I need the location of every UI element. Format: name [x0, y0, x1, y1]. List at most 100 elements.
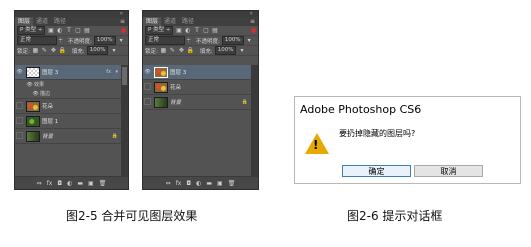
filter-adjust-icon[interactable]: ◐ [184, 27, 191, 34]
filter-row: P 类型 ÷ ▣ ◐ T ▢ ▤ [143, 26, 258, 36]
lock-all-icon[interactable]: 🔒 [59, 47, 66, 54]
lock-brush-icon[interactable]: ✎ [169, 47, 176, 54]
trash-icon[interactable]: 🗑 [228, 180, 236, 187]
effects-row[interactable]: 👁 效果 [15, 80, 121, 89]
mask-icon[interactable]: ◘ [186, 180, 191, 187]
filter-pixel-icon[interactable]: ▣ [47, 27, 54, 34]
eye-icon[interactable]: 👁 [15, 69, 24, 75]
panel-menu-icon[interactable]: ≡ [250, 17, 255, 26]
visibility-off-icon[interactable] [15, 116, 24, 126]
lock-label: 锁定: [145, 48, 158, 55]
filter-shape-icon[interactable]: ▢ [74, 27, 81, 34]
group-icon[interactable]: ▬ [206, 180, 212, 187]
fx-icon[interactable]: fx [47, 180, 53, 187]
fill-slider-icon[interactable]: ▾ [110, 47, 117, 54]
filter-type-icon[interactable]: T [193, 27, 200, 34]
adjustment-icon[interactable]: ◐ [196, 180, 201, 187]
tab-layers[interactable]: 图层 [15, 17, 34, 26]
scrollbar[interactable] [251, 65, 258, 177]
panel-tabs: 图层 通道 路径 ≡ [143, 17, 258, 26]
opacity-slider-icon[interactable]: ▾ [118, 37, 125, 44]
fx-icon[interactable]: fx [106, 69, 111, 75]
mask-icon[interactable]: ◘ [57, 180, 62, 187]
lock-transparent-icon[interactable]: ▦ [160, 47, 167, 54]
filter-smart-icon[interactable]: ▤ [211, 27, 218, 34]
eye-icon[interactable]: 👁 [31, 91, 40, 97]
filter-row: P 类型 ÷ ▣ ◐ T ▢ ▤ [15, 26, 128, 36]
filter-adjust-icon[interactable]: ◐ [56, 27, 63, 34]
layer-row[interactable]: 👁 图层 3 fx ▾ [15, 65, 121, 80]
lock-row: 锁定: ▦ ✎ ✥ 🔒 填充: 100% ▾ [143, 46, 258, 56]
filter-kind-select[interactable]: P 类型 ÷ [145, 26, 174, 35]
cancel-button[interactable]: 取消 [414, 165, 483, 177]
eye-icon[interactable]: 👁 [25, 82, 34, 88]
trash-icon[interactable]: 🗑 [99, 180, 107, 187]
blend-mode-select[interactable]: 正常 [17, 36, 57, 45]
opacity-label: 不透明度: [68, 38, 92, 45]
panel-bottom-bar: ⇔ fx ◘ ◐ ▬ ▣ 🗑 [15, 176, 128, 189]
tab-channels[interactable]: 通道 [161, 17, 179, 26]
blend-mode-select[interactable]: 正常 [145, 36, 185, 45]
layer-row[interactable]: 👁 图层 3 [143, 65, 251, 80]
visibility-off-icon[interactable] [143, 82, 152, 92]
lock-icon: 🔒 [241, 99, 248, 105]
scrollbar[interactable] [121, 65, 128, 177]
layers-list: 👁 图层 3 花朵 背景 🔒 [143, 65, 251, 177]
filter-toggle-icon[interactable] [121, 28, 126, 33]
eye-icon[interactable]: 👁 [143, 69, 152, 75]
new-layer-icon[interactable]: ▣ [88, 180, 94, 187]
blend-row: 正常 ÷ 不透明度: 100% ▾ [143, 36, 258, 46]
link-icon[interactable]: ⇔ [166, 180, 171, 187]
opacity-slider-icon[interactable]: ▾ [246, 37, 253, 44]
panel-menu-icon[interactable]: ≡ [120, 17, 125, 26]
layer-row[interactable]: 花朵 [15, 99, 121, 114]
fill-slider-icon[interactable]: ▾ [238, 47, 245, 54]
lock-all-icon[interactable]: 🔒 [187, 47, 194, 54]
adjustment-icon[interactable]: ◐ [67, 180, 72, 187]
scrollbar-thumb[interactable] [122, 67, 127, 85]
tab-channels[interactable]: 通道 [33, 17, 51, 26]
filter-smart-icon[interactable]: ▤ [83, 27, 90, 34]
lock-move-icon[interactable]: ✥ [50, 47, 57, 54]
layer-row[interactable]: 图层 1 [15, 114, 121, 129]
link-icon[interactable]: ⇔ [37, 180, 42, 187]
filter-pixel-icon[interactable]: ▣ [175, 27, 182, 34]
layer-name: 图层 3 [42, 70, 59, 76]
layer-name: 花朵 [42, 104, 54, 110]
new-layer-icon[interactable]: ▣ [217, 180, 223, 187]
lock-brush-icon[interactable]: ✎ [41, 47, 48, 54]
filter-kind-select[interactable]: P 类型 ÷ [17, 26, 46, 35]
panel-bottom-bar: ⇔ fx ◘ ◐ ▬ ▣ 🗑 [143, 176, 258, 189]
fx-icon[interactable]: fx [176, 180, 182, 187]
fill-label: 填充: [199, 48, 213, 55]
layer-name: 背景 [42, 134, 54, 140]
visibility-off-icon[interactable] [15, 101, 24, 111]
layer-row[interactable]: 花朵 [143, 80, 251, 95]
tab-paths[interactable]: 路径 [51, 17, 69, 26]
filter-type-icon[interactable]: T [65, 27, 72, 34]
group-icon[interactable]: ▬ [77, 180, 83, 187]
layer-row[interactable]: 背景 🔒 [143, 95, 251, 110]
visibility-off-icon[interactable] [15, 131, 24, 141]
effect-stroke-row[interactable]: 👁 描边 [15, 89, 121, 99]
opacity-field[interactable]: 100% [93, 36, 116, 45]
filter-toggle-icon[interactable] [251, 28, 256, 33]
lock-row: 锁定: ▦ ✎ ✥ 🔒 填充: 100% ▾ [15, 46, 128, 56]
opacity-label: 不透明度: [196, 38, 220, 45]
fill-field[interactable]: 100% [86, 46, 109, 55]
lock-transparent-icon[interactable]: ▦ [32, 47, 39, 54]
lock-icon: 🔒 [111, 133, 118, 139]
opacity-field[interactable]: 100% [221, 36, 244, 45]
tab-paths[interactable]: 路径 [179, 17, 197, 26]
filter-shape-icon[interactable]: ▢ [202, 27, 209, 34]
lock-label: 锁定: [17, 48, 30, 55]
fill-field[interactable]: 100% [214, 46, 237, 55]
stroke-label: 描边 [40, 91, 51, 97]
visibility-off-icon[interactable] [143, 97, 152, 107]
ok-button[interactable]: 确定 [342, 165, 411, 177]
lock-move-icon[interactable]: ✥ [178, 47, 185, 54]
layer-row[interactable]: 背景 🔒 [15, 129, 121, 144]
layer-name: 花朵 [170, 85, 182, 91]
tab-layers[interactable]: 图层 [143, 17, 162, 26]
chevron-down-icon[interactable]: ▾ [115, 69, 118, 75]
